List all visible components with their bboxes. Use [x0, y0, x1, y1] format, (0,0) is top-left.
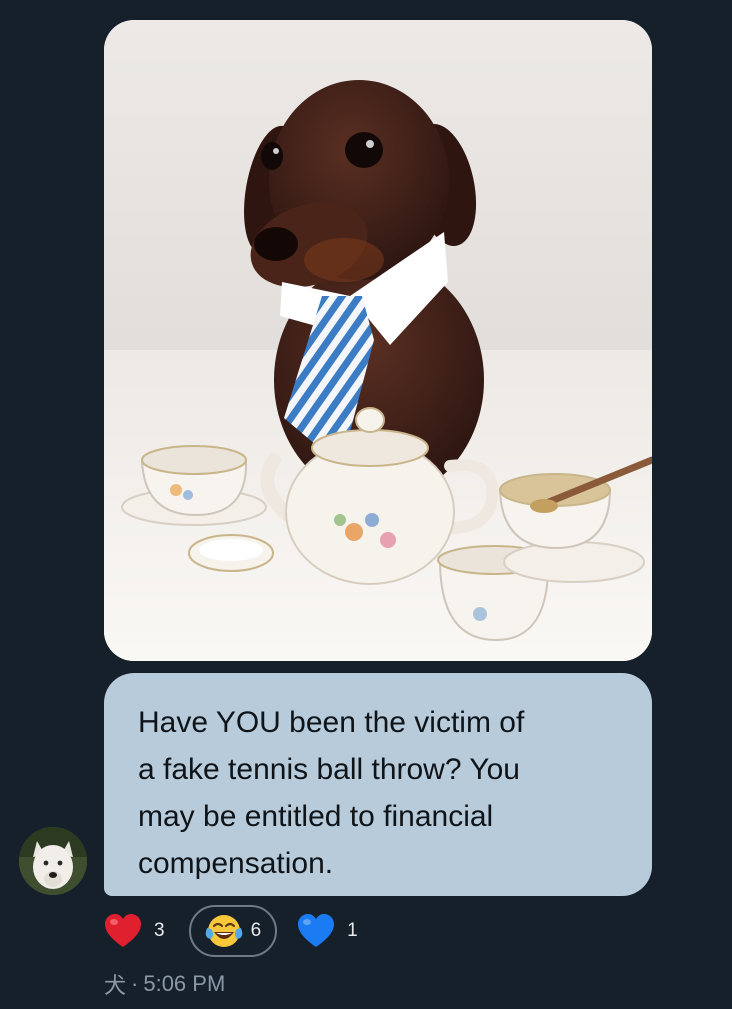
message-photo[interactable]: [104, 20, 652, 661]
wolf-avatar-icon: [19, 827, 87, 895]
meta-separator: ·: [131, 971, 139, 996]
face-with-tears-of-joy-icon: [205, 915, 242, 947]
reaction-count: 6: [250, 920, 262, 941]
blue-heart-icon: [298, 914, 335, 947]
sender-avatar[interactable]: [19, 827, 87, 895]
message-bubble[interactable]: Have YOU been the victim of a fake tenni…: [104, 673, 652, 896]
message-text: Have YOU been the victim of a fake tenni…: [138, 706, 525, 880]
reaction-count: 3: [154, 920, 165, 941]
reaction-red-heart[interactable]: 3: [104, 903, 165, 959]
sender-name: 犬: [104, 973, 127, 998]
reaction-count: 1: [347, 920, 358, 941]
reaction-laughing[interactable]: 6: [188, 905, 278, 957]
red-heart-icon: [105, 914, 141, 947]
reactions-row: 3 6 1: [104, 903, 358, 959]
message-meta: 犬 · 5:06 PM: [104, 968, 225, 1000]
reaction-blue-heart[interactable]: 1: [297, 903, 358, 959]
message-timestamp: 5:06 PM: [143, 971, 226, 996]
